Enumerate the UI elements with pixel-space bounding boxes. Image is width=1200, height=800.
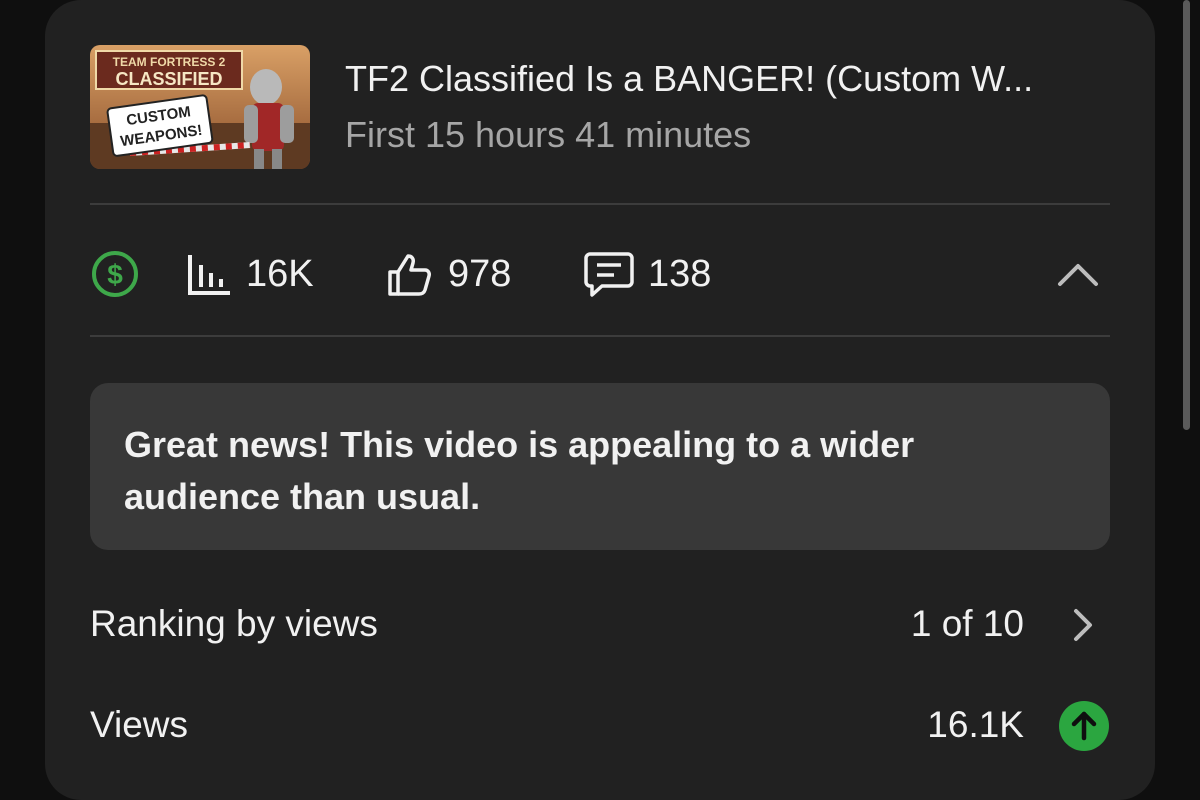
video-thumbnail[interactable]: TEAM FORTRESS 2 CLASSIFIED CUSTOM WEAPON… <box>90 45 310 169</box>
thumbs-up-icon <box>388 254 431 296</box>
insight-message: Great news! This video is appealing to a… <box>124 424 915 517</box>
insight-card: Great news! This video is appealing to a… <box>90 383 1110 550</box>
views-stat[interactable]: 16K <box>186 248 314 300</box>
views-row[interactable]: Views 16.1K <box>90 696 1110 756</box>
comments-count: 138 <box>648 252 712 295</box>
chevron-up-icon <box>1058 264 1098 286</box>
bar-chart-icon <box>188 255 230 295</box>
thumbnail-image: TEAM FORTRESS 2 CLASSIFIED CUSTOM WEAPON… <box>90 45 310 169</box>
views-count: 16K <box>246 252 314 295</box>
views-label: Views <box>90 704 189 745</box>
thumbnail-logo-line1: TEAM FORTRESS 2 <box>113 55 226 69</box>
time-period: First 15 hours 41 minutes <box>345 114 752 155</box>
svg-text:$: $ <box>107 259 123 290</box>
ranking-label: Ranking by views <box>90 603 378 644</box>
comments-stat[interactable]: 138 <box>584 248 711 300</box>
ranking-value: 1 of 10 <box>910 603 1024 644</box>
divider <box>90 203 1110 205</box>
video-title[interactable]: TF2 Classified Is a BANGER! (Custom W... <box>345 58 1033 100</box>
arrow-up-circle-icon <box>1059 701 1109 751</box>
collapse-button[interactable] <box>1056 248 1100 300</box>
likes-count: 978 <box>448 252 512 295</box>
dollar-circle-icon: $ <box>92 251 138 297</box>
views-value: 16.1K <box>927 704 1024 745</box>
divider <box>90 335 1110 337</box>
likes-stat[interactable]: 978 <box>386 248 511 300</box>
monetization-status[interactable]: $ <box>90 248 140 300</box>
comment-icon <box>584 252 634 297</box>
ranking-row[interactable]: Ranking by views 1 of 10 <box>90 595 1110 655</box>
chevron-right-icon <box>1074 609 1092 641</box>
scrollbar[interactable] <box>1183 0 1190 430</box>
thumbnail-logo-line2: CLASSIFIED <box>115 69 222 89</box>
stats-row: $ 16K 978 138 <box>90 248 1110 300</box>
